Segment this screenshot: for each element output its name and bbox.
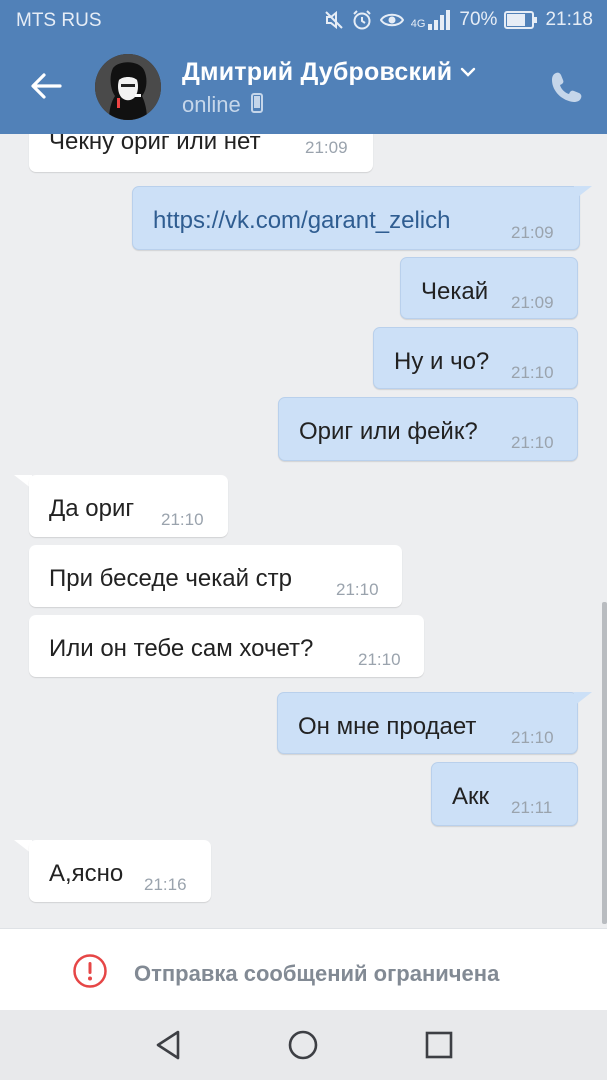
conversation-header: Дмитрий Дубровский online <box>0 42 607 134</box>
phone-icon[interactable] <box>549 70 583 104</box>
message-incoming[interactable]: Или он тебе сам хочет? 21:10 <box>29 615 424 677</box>
message-text: Чекай <box>421 278 489 305</box>
message-incoming[interactable]: А,ясно 21:16 <box>29 840 211 902</box>
mobile-icon <box>250 92 263 118</box>
bubble-tail <box>574 186 592 200</box>
top-bar: MTS RUS 4G 70% 21:18 Дмитрий Дубровский … <box>0 0 607 134</box>
status-clock: 21:18 <box>545 9 593 30</box>
message-time: 21:10 <box>511 433 554 452</box>
contact-name: Дмитрий Дубровский <box>182 58 453 86</box>
message-time: 21:10 <box>358 650 401 669</box>
alarm-icon <box>351 9 373 31</box>
message-time: 21:16 <box>144 875 187 894</box>
message-outgoing[interactable]: Он мне продает 21:10 <box>277 692 578 754</box>
message-incoming[interactable]: При беседе чекай стр 21:10 <box>29 545 402 607</box>
message-time: 21:09 <box>511 223 554 242</box>
message-time: 21:10 <box>511 363 554 382</box>
message-incoming[interactable]: Чекну ориг или нет 21:09 <box>29 134 373 172</box>
mute-icon <box>324 10 344 30</box>
status-bar: MTS RUS 4G 70% 21:18 <box>0 0 607 42</box>
presence-row: online <box>182 92 263 118</box>
android-nav-bar <box>0 1010 607 1080</box>
avatar[interactable] <box>95 54 161 120</box>
messaging-restricted-bar: Отправка сообщений ограничена <box>0 928 607 1011</box>
signal-icon: 4G <box>411 10 453 30</box>
message-text: При беседе чекай стр <box>49 565 292 592</box>
nav-recents-icon[interactable] <box>422 1028 456 1062</box>
bubble-tail <box>574 692 592 706</box>
message-text: Ориг или фейк? <box>299 418 478 445</box>
message-time: 21:10 <box>161 510 204 529</box>
nav-home-icon[interactable] <box>286 1028 320 1062</box>
message-time: 21:10 <box>511 728 554 747</box>
message-text: Он мне продает <box>298 713 477 740</box>
message-text: Чекну ориг или нет <box>49 134 261 155</box>
battery-icon <box>504 11 538 29</box>
message-text: Да ориг <box>49 495 135 522</box>
restriction-notice: Отправка сообщений ограничена <box>72 953 499 994</box>
battery-percent: 70% <box>459 9 498 30</box>
network-type: 4G <box>410 18 426 30</box>
carrier-label: MTS RUS <box>16 10 102 31</box>
alert-circle-icon <box>72 953 108 994</box>
message-text: Ну и чо? <box>394 348 490 375</box>
message-time: 21:10 <box>336 580 379 599</box>
message-text: А,ясно <box>49 860 124 887</box>
message-list[interactable]: Чекну ориг или нет 21:09 https://vk.com/… <box>0 134 607 928</box>
nav-back-icon[interactable] <box>152 1028 186 1062</box>
message-outgoing[interactable]: https://vk.com/garant_zelich 21:09 <box>132 186 580 250</box>
message-text: Или он тебе сам хочет? <box>49 635 314 662</box>
eye-icon <box>379 11 404 29</box>
message-outgoing[interactable]: Ориг или фейк? 21:10 <box>278 397 578 461</box>
message-time: 21:09 <box>511 293 554 312</box>
chevron-down-icon <box>460 64 476 82</box>
back-arrow-icon[interactable] <box>28 68 64 104</box>
message-outgoing[interactable]: Ну и чо? 21:10 <box>373 327 578 389</box>
message-outgoing[interactable]: Акк 21:11 <box>431 762 578 826</box>
message-link[interactable]: https://vk.com/garant_zelich <box>153 207 450 235</box>
message-incoming[interactable]: Да ориг 21:10 <box>29 475 228 537</box>
message-outgoing[interactable]: Чекай 21:09 <box>400 257 578 319</box>
message-time: 21:11 <box>511 798 553 817</box>
status-icons: 4G 70% 21:18 <box>324 9 593 31</box>
restriction-text: Отправка сообщений ограничена <box>134 960 500 986</box>
contact-name-row[interactable]: Дмитрий Дубровский <box>182 58 476 87</box>
message-time: 21:09 <box>305 138 348 157</box>
presence-label: online <box>182 92 241 117</box>
message-text: Акк <box>452 783 490 810</box>
scrollbar[interactable] <box>602 602 607 924</box>
